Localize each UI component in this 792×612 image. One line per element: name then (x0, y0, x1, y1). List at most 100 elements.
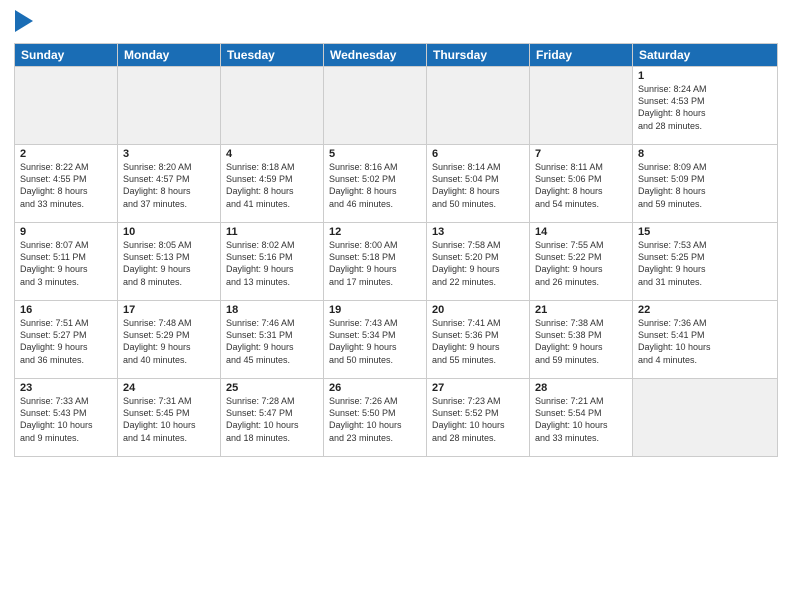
day-info: Sunrise: 7:53 AM Sunset: 5:25 PM Dayligh… (638, 239, 772, 288)
calendar-cell: 9Sunrise: 8:07 AM Sunset: 5:11 PM Daylig… (15, 223, 118, 301)
day-number: 26 (329, 382, 421, 394)
day-number: 9 (20, 226, 112, 238)
day-info: Sunrise: 7:41 AM Sunset: 5:36 PM Dayligh… (432, 317, 524, 366)
calendar-cell: 1Sunrise: 8:24 AM Sunset: 4:53 PM Daylig… (633, 67, 778, 145)
calendar-cell: 18Sunrise: 7:46 AM Sunset: 5:31 PM Dayli… (221, 301, 324, 379)
day-info: Sunrise: 7:46 AM Sunset: 5:31 PM Dayligh… (226, 317, 318, 366)
calendar-header-row: SundayMondayTuesdayWednesdayThursdayFrid… (15, 44, 778, 67)
day-info: Sunrise: 7:33 AM Sunset: 5:43 PM Dayligh… (20, 395, 112, 444)
day-info: Sunrise: 7:36 AM Sunset: 5:41 PM Dayligh… (638, 317, 772, 366)
calendar-cell: 7Sunrise: 8:11 AM Sunset: 5:06 PM Daylig… (530, 145, 633, 223)
calendar-cell: 23Sunrise: 7:33 AM Sunset: 5:43 PM Dayli… (15, 379, 118, 457)
calendar-cell (118, 67, 221, 145)
day-info: Sunrise: 7:43 AM Sunset: 5:34 PM Dayligh… (329, 317, 421, 366)
calendar-cell (633, 379, 778, 457)
calendar-cell (15, 67, 118, 145)
calendar-cell: 6Sunrise: 8:14 AM Sunset: 5:04 PM Daylig… (427, 145, 530, 223)
day-info: Sunrise: 8:16 AM Sunset: 5:02 PM Dayligh… (329, 161, 421, 210)
calendar-cell: 11Sunrise: 8:02 AM Sunset: 5:16 PM Dayli… (221, 223, 324, 301)
calendar-cell: 8Sunrise: 8:09 AM Sunset: 5:09 PM Daylig… (633, 145, 778, 223)
calendar-cell: 21Sunrise: 7:38 AM Sunset: 5:38 PM Dayli… (530, 301, 633, 379)
day-info: Sunrise: 8:22 AM Sunset: 4:55 PM Dayligh… (20, 161, 112, 210)
weekday-header-monday: Monday (118, 44, 221, 67)
day-info: Sunrise: 7:28 AM Sunset: 5:47 PM Dayligh… (226, 395, 318, 444)
calendar-cell: 14Sunrise: 7:55 AM Sunset: 5:22 PM Dayli… (530, 223, 633, 301)
calendar-cell: 10Sunrise: 8:05 AM Sunset: 5:13 PM Dayli… (118, 223, 221, 301)
calendar-cell: 27Sunrise: 7:23 AM Sunset: 5:52 PM Dayli… (427, 379, 530, 457)
weekday-header-friday: Friday (530, 44, 633, 67)
day-number: 17 (123, 304, 215, 316)
weekday-header-wednesday: Wednesday (324, 44, 427, 67)
calendar-cell (530, 67, 633, 145)
day-number: 24 (123, 382, 215, 394)
day-number: 23 (20, 382, 112, 394)
day-info: Sunrise: 7:38 AM Sunset: 5:38 PM Dayligh… (535, 317, 627, 366)
calendar-cell: 22Sunrise: 7:36 AM Sunset: 5:41 PM Dayli… (633, 301, 778, 379)
day-info: Sunrise: 8:18 AM Sunset: 4:59 PM Dayligh… (226, 161, 318, 210)
day-number: 12 (329, 226, 421, 238)
calendar-cell: 16Sunrise: 7:51 AM Sunset: 5:27 PM Dayli… (15, 301, 118, 379)
day-number: 2 (20, 148, 112, 160)
day-info: Sunrise: 8:07 AM Sunset: 5:11 PM Dayligh… (20, 239, 112, 288)
day-info: Sunrise: 8:20 AM Sunset: 4:57 PM Dayligh… (123, 161, 215, 210)
day-number: 5 (329, 148, 421, 160)
calendar-cell: 13Sunrise: 7:58 AM Sunset: 5:20 PM Dayli… (427, 223, 530, 301)
calendar-cell: 2Sunrise: 8:22 AM Sunset: 4:55 PM Daylig… (15, 145, 118, 223)
day-number: 11 (226, 226, 318, 238)
day-info: Sunrise: 8:02 AM Sunset: 5:16 PM Dayligh… (226, 239, 318, 288)
calendar-week-row: 23Sunrise: 7:33 AM Sunset: 5:43 PM Dayli… (15, 379, 778, 457)
day-number: 19 (329, 304, 421, 316)
header (14, 10, 778, 37)
day-number: 28 (535, 382, 627, 394)
day-info: Sunrise: 7:23 AM Sunset: 5:52 PM Dayligh… (432, 395, 524, 444)
day-number: 3 (123, 148, 215, 160)
day-number: 20 (432, 304, 524, 316)
calendar-cell (427, 67, 530, 145)
calendar-cell: 19Sunrise: 7:43 AM Sunset: 5:34 PM Dayli… (324, 301, 427, 379)
calendar-cell: 24Sunrise: 7:31 AM Sunset: 5:45 PM Dayli… (118, 379, 221, 457)
calendar-cell: 3Sunrise: 8:20 AM Sunset: 4:57 PM Daylig… (118, 145, 221, 223)
day-number: 13 (432, 226, 524, 238)
logo-text (14, 10, 33, 37)
day-info: Sunrise: 8:05 AM Sunset: 5:13 PM Dayligh… (123, 239, 215, 288)
day-number: 22 (638, 304, 772, 316)
calendar-cell (221, 67, 324, 145)
calendar-week-row: 16Sunrise: 7:51 AM Sunset: 5:27 PM Dayli… (15, 301, 778, 379)
calendar-cell (324, 67, 427, 145)
day-number: 15 (638, 226, 772, 238)
day-number: 1 (638, 70, 772, 82)
day-info: Sunrise: 8:14 AM Sunset: 5:04 PM Dayligh… (432, 161, 524, 210)
day-info: Sunrise: 8:00 AM Sunset: 5:18 PM Dayligh… (329, 239, 421, 288)
calendar-table: SundayMondayTuesdayWednesdayThursdayFrid… (14, 43, 778, 457)
calendar-week-row: 9Sunrise: 8:07 AM Sunset: 5:11 PM Daylig… (15, 223, 778, 301)
calendar-cell: 26Sunrise: 7:26 AM Sunset: 5:50 PM Dayli… (324, 379, 427, 457)
page: SundayMondayTuesdayWednesdayThursdayFrid… (0, 0, 792, 612)
day-info: Sunrise: 7:26 AM Sunset: 5:50 PM Dayligh… (329, 395, 421, 444)
day-info: Sunrise: 7:21 AM Sunset: 5:54 PM Dayligh… (535, 395, 627, 444)
calendar-week-row: 1Sunrise: 8:24 AM Sunset: 4:53 PM Daylig… (15, 67, 778, 145)
day-info: Sunrise: 8:11 AM Sunset: 5:06 PM Dayligh… (535, 161, 627, 210)
day-info: Sunrise: 7:51 AM Sunset: 5:27 PM Dayligh… (20, 317, 112, 366)
day-number: 16 (20, 304, 112, 316)
day-info: Sunrise: 8:24 AM Sunset: 4:53 PM Dayligh… (638, 83, 772, 132)
day-info: Sunrise: 7:31 AM Sunset: 5:45 PM Dayligh… (123, 395, 215, 444)
day-number: 18 (226, 304, 318, 316)
day-info: Sunrise: 7:48 AM Sunset: 5:29 PM Dayligh… (123, 317, 215, 366)
day-number: 8 (638, 148, 772, 160)
day-number: 6 (432, 148, 524, 160)
day-number: 4 (226, 148, 318, 160)
calendar-cell: 5Sunrise: 8:16 AM Sunset: 5:02 PM Daylig… (324, 145, 427, 223)
calendar-cell: 12Sunrise: 8:00 AM Sunset: 5:18 PM Dayli… (324, 223, 427, 301)
calendar-week-row: 2Sunrise: 8:22 AM Sunset: 4:55 PM Daylig… (15, 145, 778, 223)
weekday-header-tuesday: Tuesday (221, 44, 324, 67)
day-number: 21 (535, 304, 627, 316)
calendar-cell: 20Sunrise: 7:41 AM Sunset: 5:36 PM Dayli… (427, 301, 530, 379)
day-number: 10 (123, 226, 215, 238)
calendar-cell: 15Sunrise: 7:53 AM Sunset: 5:25 PM Dayli… (633, 223, 778, 301)
calendar-cell: 28Sunrise: 7:21 AM Sunset: 5:54 PM Dayli… (530, 379, 633, 457)
weekday-header-saturday: Saturday (633, 44, 778, 67)
day-info: Sunrise: 8:09 AM Sunset: 5:09 PM Dayligh… (638, 161, 772, 210)
calendar-cell: 4Sunrise: 8:18 AM Sunset: 4:59 PM Daylig… (221, 145, 324, 223)
day-info: Sunrise: 7:58 AM Sunset: 5:20 PM Dayligh… (432, 239, 524, 288)
weekday-header-thursday: Thursday (427, 44, 530, 67)
